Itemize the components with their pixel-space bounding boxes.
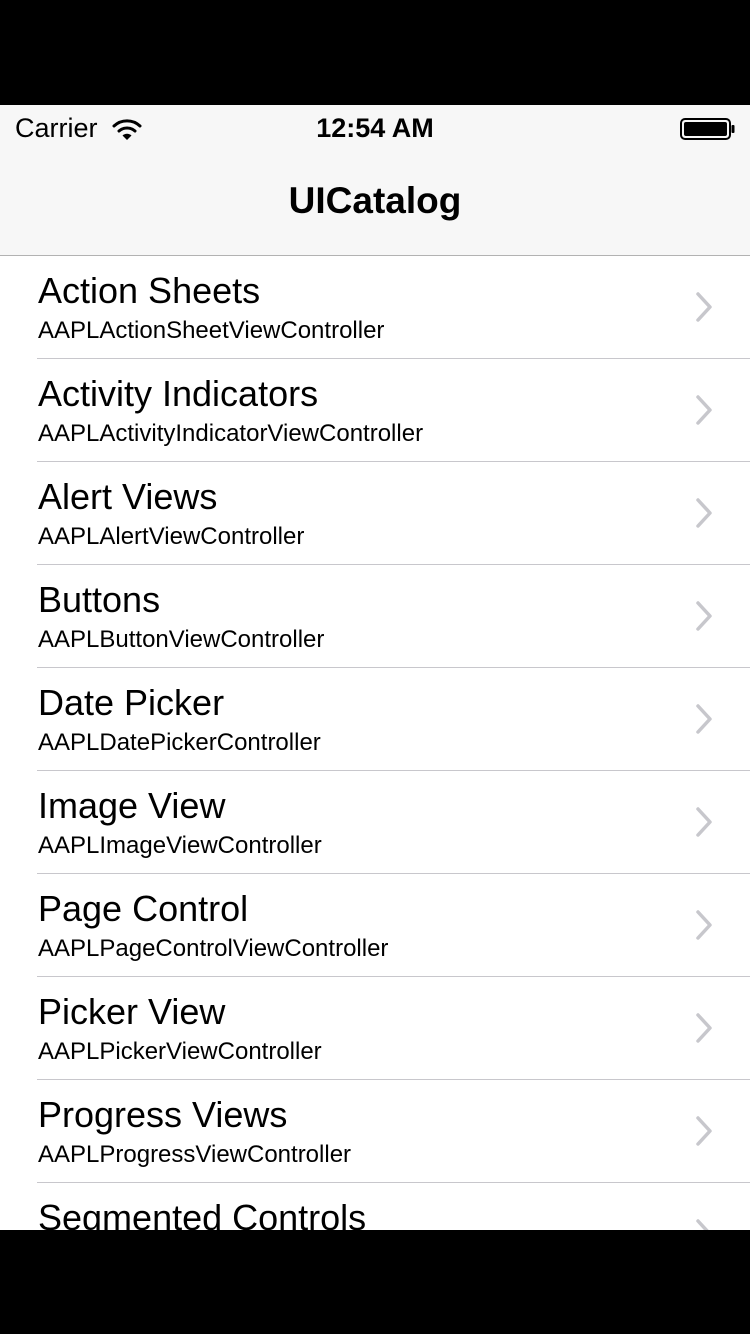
list-item[interactable]: Image View AAPLImageViewController	[37, 771, 750, 874]
list-item-subtitle: AAPLActionSheetViewController	[38, 317, 385, 344]
page-title: UICatalog	[288, 180, 462, 221]
chevron-right-icon	[696, 807, 712, 837]
list-item-title: Page Control	[38, 888, 249, 929]
list-item-subtitle: AAPLPageControlViewController	[38, 935, 389, 962]
chevron-right-icon	[696, 498, 712, 528]
chevron-right-icon	[696, 1116, 712, 1146]
list-item-subtitle: AAPLPickerViewController	[38, 1038, 322, 1065]
chevron-right-icon	[696, 704, 712, 734]
list-item-subtitle: AAPLActivityIndicatorViewController	[38, 420, 424, 447]
list-item[interactable]: Activity Indicators AAPLActivityIndicator…	[37, 359, 750, 462]
list-item-subtitle: AAPLProgressViewController	[38, 1141, 352, 1168]
letterbox-top	[0, 0, 750, 105]
chevron-right-icon	[696, 1013, 712, 1043]
chevron-right-icon	[696, 910, 712, 940]
chevron-right-icon	[696, 1219, 709, 1230]
list-item-title: Date Picker	[38, 682, 225, 723]
chevron-right-icon	[696, 601, 712, 631]
list-item[interactable]: Page Control AAPLPageControlViewControlle…	[37, 874, 750, 977]
battery-icon	[680, 118, 735, 140]
chevron-right-icon	[696, 395, 712, 425]
list-item[interactable]: Picker View AAPLPickerViewController	[37, 977, 750, 1080]
list-item-title: Image View	[38, 785, 226, 826]
catalog-list: Action Sheets AAPLActionSheetViewControll…	[0, 256, 750, 1230]
list-item[interactable]: Progress Views AAPLProgressViewController	[37, 1080, 750, 1183]
list-item[interactable]: Alert Views AAPLAlertViewController	[37, 462, 750, 565]
list-item[interactable]: Segmented Controls	[37, 1183, 750, 1230]
list-item[interactable]: Action Sheets AAPLActionSheetViewControll…	[37, 256, 750, 359]
list-item-title: Progress Views	[38, 1094, 288, 1135]
list-item-title: Picker View	[38, 991, 226, 1032]
list-item-title: Alert Views	[38, 476, 218, 517]
list-item[interactable]: Date Picker AAPLDatePickerController	[37, 668, 750, 771]
list-item-title: Buttons	[38, 579, 161, 620]
list-item-subtitle: AAPLAlertViewController	[38, 523, 305, 550]
list-item-subtitle: AAPLDatePickerController	[38, 729, 321, 756]
list-item-subtitle: AAPLImageViewController	[38, 832, 322, 859]
list-item-title: Activity Indicators	[38, 373, 319, 414]
list-item-title: Action Sheets	[38, 270, 261, 311]
chevron-right-icon	[696, 292, 712, 322]
list-item-subtitle: AAPLButtonViewController	[38, 626, 325, 653]
list-item-title: Segmented Controls	[38, 1197, 367, 1230]
app-screen: Carrier 12:54 AM UICatalog Action Sheets…	[0, 105, 750, 1230]
list-item[interactable]: Buttons AAPLButtonViewController	[37, 565, 750, 668]
status-bar: Carrier 12:54 AM	[0, 105, 750, 153]
status-time: 12:54 AM	[316, 113, 434, 143]
navigation-bar: Carrier 12:54 AM UICatalog	[0, 105, 750, 256]
letterbox-bottom	[0, 1230, 750, 1334]
